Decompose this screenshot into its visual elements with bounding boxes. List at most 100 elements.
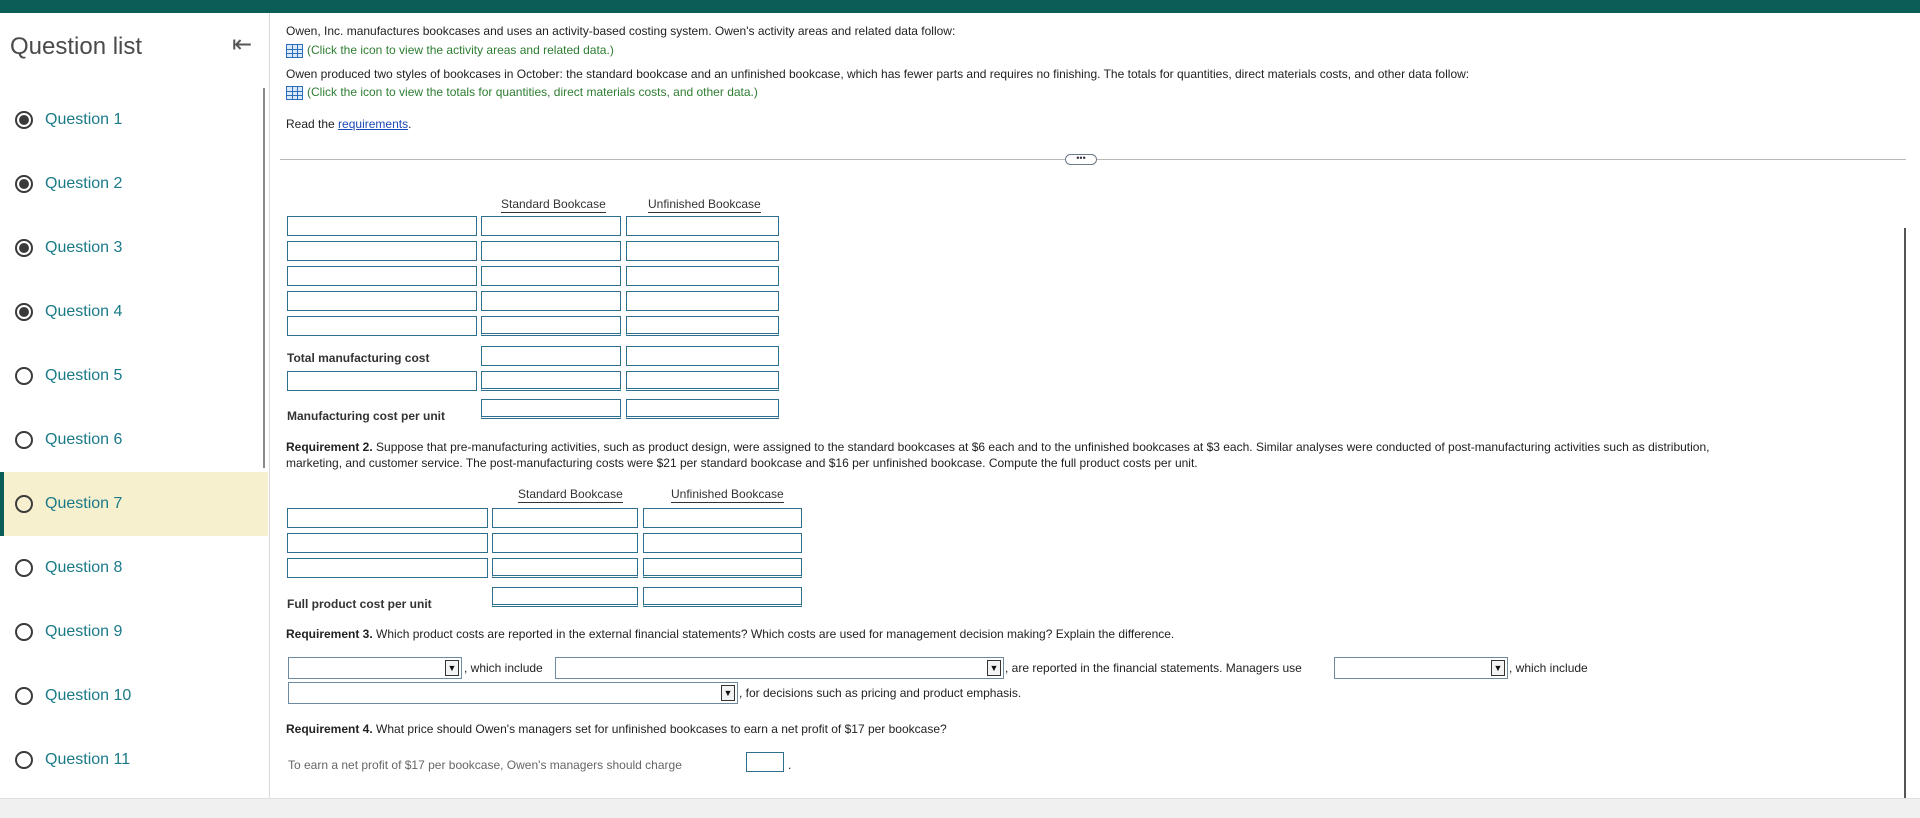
unanswered-radio-icon bbox=[15, 559, 33, 577]
requirements-link[interactable]: requirements bbox=[338, 117, 408, 131]
requirement-4: Requirement 4. What price should Owen's … bbox=[286, 722, 947, 736]
financial-statement-cost-select[interactable]: ▼ bbox=[288, 657, 462, 679]
standard-cost-input[interactable] bbox=[481, 241, 621, 261]
requirement-2-line1: Requirement 2. Suppose that pre-manufact… bbox=[286, 440, 1710, 454]
standard-units-input[interactable] bbox=[481, 371, 621, 391]
table-icon[interactable] bbox=[286, 43, 303, 58]
unfinished-cost-input[interactable] bbox=[626, 291, 779, 311]
standard-full-cost-input[interactable] bbox=[492, 508, 638, 528]
cost-label-input[interactable] bbox=[287, 316, 477, 336]
question-item[interactable]: Question 4 bbox=[0, 280, 268, 344]
unfinished-full-cost-input[interactable] bbox=[643, 508, 802, 528]
table1-col-unfinished: Unfinished Bookcase bbox=[648, 197, 761, 213]
totals-data-link-row[interactable]: (Click the icon to view the totals for q… bbox=[286, 85, 758, 100]
standard-full-per-unit-input[interactable] bbox=[492, 587, 638, 607]
standard-total-input[interactable] bbox=[481, 346, 621, 366]
full-cost-label-input[interactable] bbox=[287, 533, 488, 553]
unfinished-cost-input[interactable] bbox=[626, 316, 779, 336]
manager-costs-include-select[interactable]: ▼ bbox=[288, 682, 738, 704]
read-prefix: Read the bbox=[286, 117, 339, 131]
total-manufacturing-cost-label: Total manufacturing cost bbox=[287, 351, 430, 365]
question-item[interactable]: Question 2 bbox=[0, 152, 268, 216]
full-product-cost-label: Full product cost per unit bbox=[287, 597, 432, 611]
dropdown-arrow-icon[interactable]: ▼ bbox=[721, 685, 735, 701]
question-item[interactable]: Question 6 bbox=[0, 408, 268, 472]
standard-full-cost-input[interactable] bbox=[492, 558, 638, 578]
question-label: Question 4 bbox=[45, 303, 123, 320]
unfinished-price-input[interactable] bbox=[746, 752, 784, 772]
question-item[interactable]: Question 5 bbox=[0, 344, 268, 408]
req3-text-1: , which include bbox=[464, 661, 543, 675]
unfinished-per-unit-input[interactable] bbox=[626, 399, 779, 419]
unfinished-cost-input[interactable] bbox=[626, 266, 779, 286]
unanswered-radio-icon bbox=[15, 367, 33, 385]
totals-data-link[interactable]: (Click the icon to view the totals for q… bbox=[307, 85, 758, 99]
full-cost-label-input[interactable] bbox=[287, 558, 488, 578]
splitter-handle[interactable]: ••• bbox=[1065, 154, 1097, 165]
unfinished-cost-input[interactable] bbox=[626, 216, 779, 236]
unanswered-radio-icon bbox=[15, 687, 33, 705]
requirement-4-text: What price should Owen's managers set fo… bbox=[376, 722, 947, 736]
intro-text-2: Owen produced two styles of bookcases in… bbox=[286, 67, 1470, 81]
question-item[interactable]: Question 3 bbox=[0, 216, 268, 280]
financial-costs-include-select[interactable]: ▼ bbox=[555, 657, 1004, 679]
bottom-toolbar bbox=[0, 798, 1920, 818]
question-label: Question 9 bbox=[45, 623, 123, 640]
collapse-sidebar-icon[interactable]: ⇤ bbox=[232, 33, 258, 59]
question-item[interactable]: Question 10 bbox=[0, 664, 268, 728]
req3-text-2: , are reported in the financial statemen… bbox=[1005, 661, 1302, 675]
question-label: Question 10 bbox=[45, 687, 132, 704]
table-icon[interactable] bbox=[286, 85, 303, 100]
standard-cost-input[interactable] bbox=[481, 266, 621, 286]
question-item[interactable]: Question 1 bbox=[0, 88, 268, 152]
manager-cost-select[interactable]: ▼ bbox=[1334, 657, 1508, 679]
content-scrollbar[interactable] bbox=[1904, 228, 1906, 798]
standard-cost-input[interactable] bbox=[481, 291, 621, 311]
dropdown-arrow-icon[interactable]: ▼ bbox=[445, 660, 459, 676]
requirement-2-line2: marketing, and customer service. The pos… bbox=[286, 456, 1198, 470]
requirement-4-title: Requirement 4. bbox=[286, 722, 373, 736]
radio-dot-icon bbox=[19, 307, 29, 317]
unfinished-units-input[interactable] bbox=[626, 371, 779, 391]
question-label: Question 6 bbox=[45, 431, 123, 448]
unanswered-radio-icon bbox=[15, 495, 33, 513]
unfinished-cost-input[interactable] bbox=[626, 241, 779, 261]
question-item[interactable]: Question 11 bbox=[0, 728, 268, 792]
standard-cost-input[interactable] bbox=[481, 216, 621, 236]
manufacturing-cost-per-unit-label: Manufacturing cost per unit bbox=[287, 409, 446, 423]
standard-per-unit-input[interactable] bbox=[481, 399, 621, 419]
answered-radio-icon bbox=[15, 111, 33, 129]
activity-data-link-row[interactable]: (Click the icon to view the activity are… bbox=[286, 43, 614, 58]
dropdown-arrow-icon[interactable]: ▼ bbox=[987, 660, 1001, 676]
req4-answer-suffix: . bbox=[788, 758, 792, 772]
question-item[interactable]: Question 9 bbox=[0, 600, 268, 664]
radio-dot-icon bbox=[19, 115, 29, 125]
unfinished-full-cost-input[interactable] bbox=[643, 533, 802, 553]
requirement-2-title: Requirement 2. bbox=[286, 440, 373, 454]
cost-label-input[interactable] bbox=[287, 291, 477, 311]
unfinished-total-input[interactable] bbox=[626, 346, 779, 366]
question-label: Question 8 bbox=[45, 559, 123, 576]
question-label: Question 11 bbox=[45, 751, 131, 768]
total-units-label-input[interactable] bbox=[287, 371, 477, 391]
dropdown-arrow-icon[interactable]: ▼ bbox=[1491, 660, 1505, 676]
question-item[interactable]: Question 7 bbox=[0, 472, 268, 536]
cost-label-input[interactable] bbox=[287, 216, 477, 236]
question-list-title: Question list bbox=[10, 33, 143, 60]
unanswered-radio-icon bbox=[15, 431, 33, 449]
cost-label-input[interactable] bbox=[287, 241, 477, 261]
answered-radio-icon bbox=[15, 239, 33, 257]
question-item[interactable]: Question 8 bbox=[0, 536, 268, 600]
unfinished-full-per-unit-input[interactable] bbox=[643, 587, 802, 607]
unanswered-radio-icon bbox=[15, 623, 33, 641]
standard-full-cost-input[interactable] bbox=[492, 533, 638, 553]
unfinished-full-cost-input[interactable] bbox=[643, 558, 802, 578]
full-cost-label-input[interactable] bbox=[287, 508, 488, 528]
table2-col-standard: Standard Bookcase bbox=[518, 487, 623, 503]
cost-label-input[interactable] bbox=[287, 266, 477, 286]
question-content: Owen, Inc. manufactures bookcases and us… bbox=[280, 13, 1906, 798]
activity-data-link[interactable]: (Click the icon to view the activity are… bbox=[307, 43, 614, 57]
radio-dot-icon bbox=[19, 243, 29, 253]
unanswered-radio-icon bbox=[15, 751, 33, 769]
standard-cost-input[interactable] bbox=[481, 316, 621, 336]
